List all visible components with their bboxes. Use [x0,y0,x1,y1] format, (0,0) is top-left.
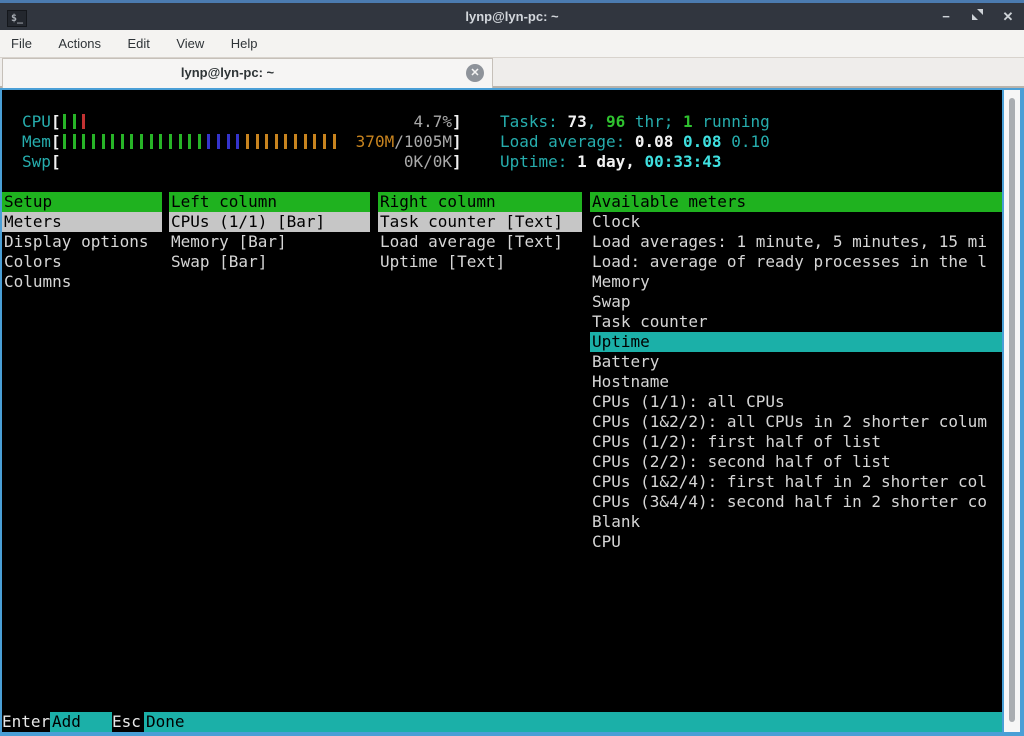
menu-bar: File Actions Edit View Help [0,30,1024,57]
load-average-line: Load average: 0.08 0.08 0.10 [2,132,1002,152]
panel-item-cpus-1-1-bar[interactable]: CPUs (1/1) [Bar] [169,212,370,232]
close-icon[interactable]: ✕ [1000,8,1016,26]
fnkey-enter[interactable]: Enter [2,712,50,732]
panel-item-load-average-text[interactable]: Load average [Text] [378,232,582,252]
text-segment: Uptime: [500,152,577,171]
panel-item-uptime-text[interactable]: Uptime [Text] [378,252,582,272]
panel-item-hostname[interactable]: Hostname [590,372,1002,392]
panel-item-cpus-1-1-all-cpus[interactable]: CPUs (1/1): all CPUs [590,392,1002,412]
panel-header-available-meters: Available meters [590,192,1002,212]
function-bar: EnterAddEscDone [2,712,1002,732]
window-titlebar[interactable]: $_ lynp@lyn-pc: ~ − ✕ [0,0,1024,30]
menu-edit[interactable]: Edit [128,30,150,57]
tasks-line: Tasks: 73, 96 thr; 1 running [2,112,1002,132]
load-average-text: Load average: 0.08 0.08 0.10 [500,132,770,152]
panel-header-left-column: Left column [169,192,370,212]
panel-item-memory-bar[interactable]: Memory [Bar] [169,232,370,252]
window-controls: − ✕ [938,8,1016,26]
fnlabel-add[interactable]: Add [50,712,112,732]
panel-item-clock[interactable]: Clock [590,212,1002,232]
panel-item-cpus-1-2-2-all-cpus-in-2-shorter-colum[interactable]: CPUs (1&2/2): all CPUs in 2 shorter colu… [590,412,1002,432]
tab-close-icon[interactable]: ✕ [466,64,484,82]
fnkey-esc[interactable]: Esc [112,712,144,732]
menu-help[interactable]: Help [231,30,258,57]
text-segment: running [693,112,770,131]
panel-header-right-column: Right column [378,192,582,212]
panel-item-columns[interactable]: Columns [2,272,162,292]
panel-item-cpus-2-2-second-half-of-list[interactable]: CPUs (2/2): second half of list [590,452,1002,472]
panel-header-setup: Setup [2,192,162,212]
panel-item-cpus-1-2-first-half-of-list[interactable]: CPUs (1/2): first half of list [590,432,1002,452]
terminal-frame: CPU [ 4.7% ] Mem [ 370M/1005M ] Swp [ 0K… [0,88,1024,736]
menu-view[interactable]: View [176,30,204,57]
panel-item-colors[interactable]: Colors [2,252,162,272]
menu-file[interactable]: File [11,30,32,57]
text-segment: Load average: [500,132,635,151]
fnlabel-done[interactable]: Done [144,712,1002,732]
text-segment: 73 [567,112,586,131]
panel-item-cpus-3-4-4-second-half-in-2-shorter-co[interactable]: CPUs (3&4/4): second half in 2 shorter c… [590,492,1002,512]
maximize-icon[interactable] [969,8,985,26]
terminal-tab[interactable]: lynp@lyn-pc: ~ ✕ [2,58,493,88]
text-segment: 0.10 [731,132,770,151]
panel-item-task-counter[interactable]: Task counter [590,312,1002,332]
panel-item-display-options[interactable]: Display options [2,232,162,252]
tab-title: lynp@lyn-pc: ~ [3,59,452,87]
panel-item-task-counter-text[interactable]: Task counter [Text] [378,212,582,232]
window-title: lynp@lyn-pc: ~ [0,9,1024,24]
panel-item-uptime[interactable]: Uptime [590,332,1002,352]
uptime-line: Uptime: 1 day, 00:33:43 [2,152,1002,172]
minimize-icon[interactable]: − [938,8,954,26]
panel-item-meters[interactable]: Meters [2,212,162,232]
panel-item-blank[interactable]: Blank [590,512,1002,532]
text-segment: thr; [625,112,683,131]
panel-item-cpus-1-2-4-first-half-in-2-shorter-col[interactable]: CPUs (1&2/4): first half in 2 shorter co… [590,472,1002,492]
uptime-text: Uptime: 1 day, 00:33:43 [500,152,722,172]
menu-actions[interactable]: Actions [58,30,101,57]
scrollbar-track[interactable] [1004,90,1020,732]
panel-item-swap-bar[interactable]: Swap [Bar] [169,252,370,272]
scrollbar-thumb[interactable] [1009,98,1015,722]
panel-item-load-average-of-ready-processes-in-the-l[interactable]: Load: average of ready processes in the … [590,252,1002,272]
text-segment: 00:33:43 [645,152,722,171]
tasks-text: Tasks: 73, 96 thr; 1 running [500,112,770,132]
terminal-screen[interactable]: CPU [ 4.7% ] Mem [ 370M/1005M ] Swp [ 0K… [2,90,1002,732]
text-segment: 1 day, [577,152,644,171]
text-segment: 1 [683,112,693,131]
terminal-window: $_ lynp@lyn-pc: ~ − ✕ File Actions Edit … [0,0,1024,736]
text-segment: , [587,112,606,131]
text-segment: Tasks: [500,112,567,131]
text-segment: 96 [606,112,625,131]
panel-item-memory[interactable]: Memory [590,272,1002,292]
panel-item-battery[interactable]: Battery [590,352,1002,372]
panel-item-cpu[interactable]: CPU [590,532,1002,552]
text-segment: 0.08 [683,132,731,151]
panel-item-load-averages-1-minute-5-minutes-15-mi[interactable]: Load averages: 1 minute, 5 minutes, 15 m… [590,232,1002,252]
panel-item-swap[interactable]: Swap [590,292,1002,312]
text-segment: 0.08 [635,132,683,151]
tab-bar: lynp@lyn-pc: ~ ✕ [0,57,1024,88]
